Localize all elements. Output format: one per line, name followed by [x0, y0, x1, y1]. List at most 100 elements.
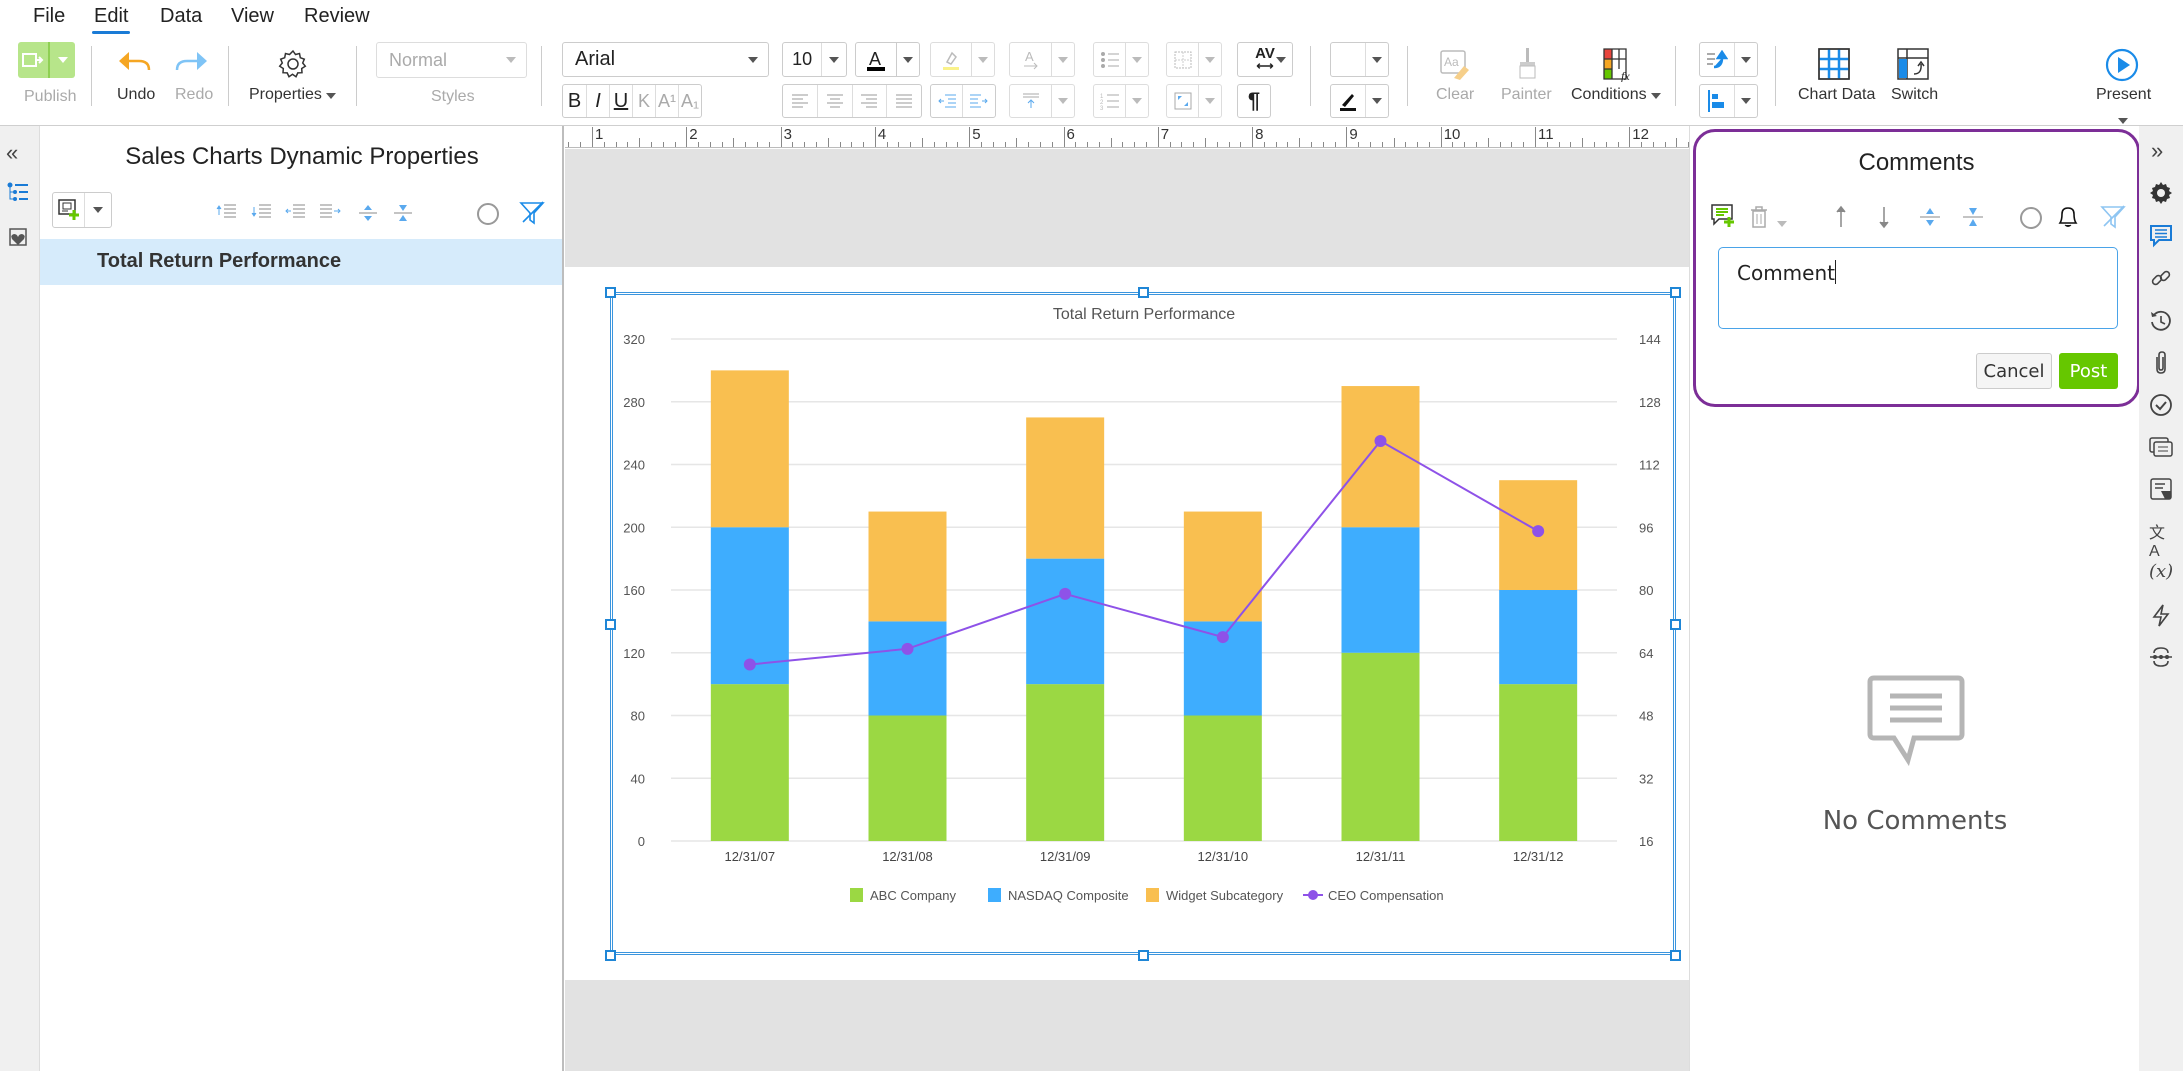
cancel-button[interactable]: Cancel	[1976, 353, 2052, 389]
translate-icon[interactable]: 文A	[2149, 519, 2173, 560]
align-justify-icon[interactable]	[887, 85, 921, 117]
redo-icon[interactable]	[173, 50, 209, 77]
move-up-level-icon[interactable]	[216, 203, 236, 226]
expand-icon[interactable]	[358, 203, 378, 228]
show-formatting-button[interactable]: ¶	[1237, 84, 1271, 118]
resize-handle-n[interactable]	[1138, 287, 1149, 298]
superscript-icon[interactable]: A¹	[656, 85, 679, 117]
add-comment-icon[interactable]	[1710, 203, 1736, 234]
resolve-circle-icon[interactable]	[2019, 206, 2043, 235]
collapse-icon[interactable]	[393, 203, 413, 228]
align-objects-button[interactable]	[1699, 84, 1758, 118]
resize-handle-w[interactable]	[605, 619, 616, 630]
clear-format-icon[interactable]: Aa	[1440, 50, 1470, 85]
align-left-icon[interactable]	[783, 85, 818, 117]
resize-handle-s[interactable]	[1138, 950, 1149, 961]
increase-indent-icon[interactable]	[963, 85, 995, 117]
gear-icon[interactable]	[277, 48, 309, 85]
collapse-all-icon[interactable]	[1962, 206, 1984, 233]
conditions-button[interactable]: Conditions	[1571, 86, 1662, 104]
switch-button[interactable]: Switch	[1891, 86, 1938, 104]
painter-button[interactable]: Painter	[1501, 86, 1552, 104]
lightning-icon[interactable]	[2149, 603, 2173, 627]
redo-button[interactable]: Redo	[175, 86, 213, 104]
font-size-dropdown[interactable]: 10	[782, 42, 847, 77]
properties-button[interactable]: Properties	[249, 86, 337, 104]
highlight-button[interactable]	[930, 42, 972, 77]
add-item-button[interactable]	[52, 192, 112, 228]
vertical-align-button[interactable]	[1009, 84, 1075, 118]
numbered-list-button[interactable]: 123	[1093, 84, 1149, 118]
present-icon[interactable]	[2105, 48, 2139, 87]
resize-handle-se[interactable]	[1670, 950, 1681, 961]
line-color-button[interactable]	[1330, 84, 1389, 118]
attachment-icon[interactable]	[2149, 351, 2173, 375]
menu-file[interactable]: File	[33, 5, 65, 28]
collapse-left-icon[interactable]: «	[6, 140, 18, 166]
outdent-icon[interactable]	[285, 203, 305, 226]
resize-handle-ne[interactable]	[1670, 287, 1681, 298]
fill-color-button[interactable]	[1330, 42, 1389, 77]
publish-dropdown-icon[interactable]	[50, 42, 75, 78]
italic-button[interactable]: I	[587, 85, 610, 117]
align-right-icon[interactable]	[853, 85, 888, 117]
circle-icon[interactable]	[476, 202, 500, 231]
move-down-level-icon[interactable]	[251, 203, 271, 226]
font-family-dropdown[interactable]: Arial	[562, 42, 769, 77]
align-center-icon[interactable]	[818, 85, 853, 117]
chart-data-button[interactable]: Chart Data	[1798, 86, 1875, 104]
bell-icon[interactable]	[2056, 204, 2080, 235]
filter-icon[interactable]	[519, 200, 545, 231]
present-button[interactable]: Present	[2096, 86, 2151, 104]
expand-all-icon[interactable]	[1919, 206, 1941, 233]
post-button[interactable]: Post	[2059, 353, 2118, 389]
comment-input[interactable]: Comment	[1718, 247, 2118, 329]
expand-right-icon[interactable]: »	[2151, 138, 2175, 163]
strikethrough-icon[interactable]: K	[633, 85, 656, 117]
publish-button[interactable]	[18, 42, 75, 78]
history-icon[interactable]	[2149, 309, 2173, 333]
character-spacing-button[interactable]: AV ⟷	[1237, 42, 1293, 77]
resize-handle-nw[interactable]	[605, 287, 616, 298]
undo-button[interactable]: Undo	[117, 86, 155, 104]
highlight-dropdown[interactable]	[971, 42, 995, 77]
variable-icon[interactable]: (x)	[2149, 561, 2173, 585]
clear-button[interactable]: Clear	[1436, 86, 1474, 104]
cell-padding-button[interactable]	[1166, 84, 1222, 118]
next-comment-icon[interactable]	[1877, 205, 1891, 234]
text-direction-button[interactable]: A	[1009, 42, 1075, 77]
menu-edit[interactable]: Edit	[91, 5, 131, 34]
bring-forward-button[interactable]	[1699, 42, 1758, 77]
switch-icon[interactable]	[1897, 48, 1929, 85]
borders-button[interactable]	[1166, 42, 1222, 77]
menu-view[interactable]: View	[231, 5, 274, 28]
outline-icon[interactable]	[7, 182, 29, 209]
font-color-button[interactable]: A	[855, 42, 897, 77]
approval-check-icon[interactable]	[2149, 393, 2173, 417]
delete-icon[interactable]	[1749, 205, 1769, 234]
font-color-dropdown[interactable]	[896, 42, 920, 77]
filter-icon[interactable]	[2100, 204, 2126, 235]
notes-icon[interactable]	[2149, 477, 2173, 501]
subscript-icon[interactable]: A₁	[679, 85, 701, 117]
chart-selection-frame[interactable]: Total Return Performance 0 40 80 120 160 200 24…	[610, 292, 1676, 955]
indent-icon[interactable]	[320, 203, 342, 226]
favorites-icon[interactable]	[7, 226, 29, 253]
link-icon[interactable]	[2149, 266, 2173, 290]
resize-handle-e[interactable]	[1670, 619, 1681, 630]
undo-icon[interactable]	[117, 50, 153, 77]
styles-dropdown[interactable]: Normal	[376, 42, 527, 78]
delete-dropdown-icon[interactable]	[1777, 214, 1787, 232]
menu-data[interactable]: Data	[160, 5, 202, 28]
menu-review[interactable]: Review	[304, 5, 370, 28]
format-painter-icon[interactable]	[1517, 48, 1539, 85]
bold-button[interactable]: B	[563, 85, 587, 117]
outline-item-selected[interactable]: Total Return Performance	[40, 239, 562, 285]
previous-comment-icon[interactable]	[1834, 205, 1848, 234]
cards-icon[interactable]	[2149, 435, 2173, 459]
connector-icon[interactable]	[2149, 645, 2173, 669]
conditions-icon[interactable]: fx	[1603, 48, 1635, 87]
bullet-list-button[interactable]	[1093, 42, 1149, 77]
decrease-indent-icon[interactable]	[931, 85, 964, 117]
resize-handle-sw[interactable]	[605, 950, 616, 961]
